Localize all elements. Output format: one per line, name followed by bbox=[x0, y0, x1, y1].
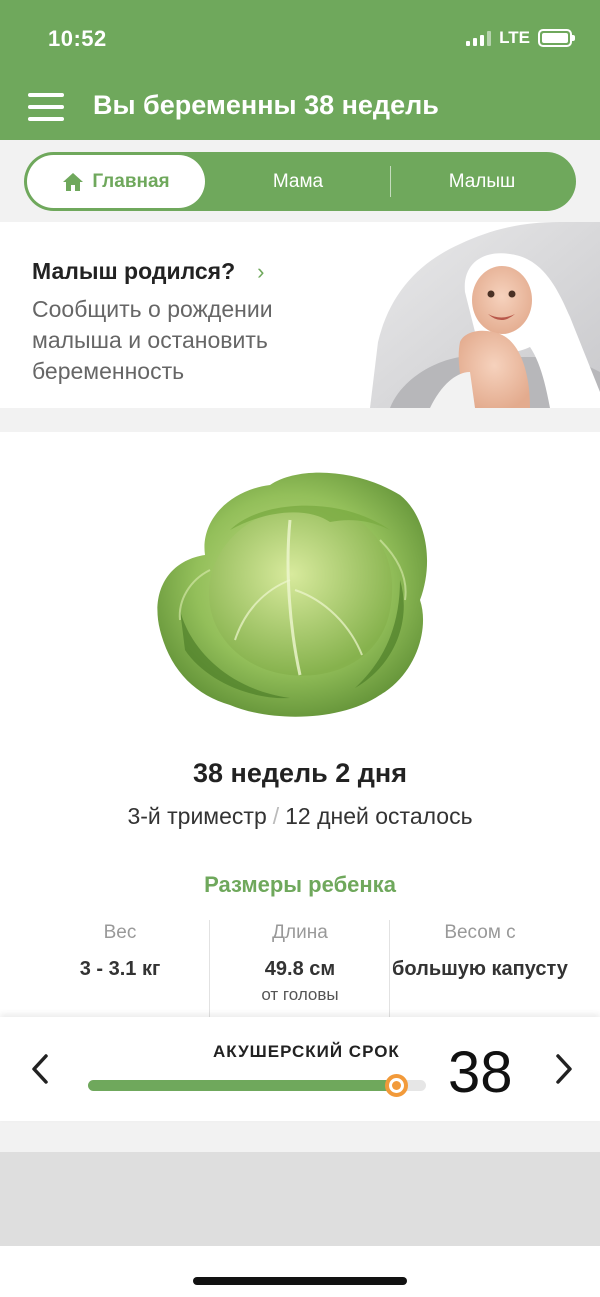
length-label: Длина bbox=[272, 922, 328, 943]
slider-thumb[interactable] bbox=[384, 1074, 408, 1097]
length-note: от головы bbox=[261, 985, 339, 1004]
remaining-text: 12 дней осталось bbox=[285, 803, 473, 829]
safe-area bbox=[0, 1246, 600, 1297]
network-label: LTE bbox=[499, 28, 530, 47]
tab-divider bbox=[390, 166, 391, 197]
week-title: 38 недель 2 дня bbox=[193, 758, 407, 788]
chevron-left-icon[interactable] bbox=[26, 1051, 56, 1087]
separator: / bbox=[272, 803, 280, 829]
home-icon bbox=[63, 172, 84, 191]
battery-icon bbox=[538, 29, 575, 47]
chevron-right-icon[interactable] bbox=[548, 1051, 578, 1087]
status-time: 10:52 bbox=[48, 26, 107, 51]
sizes-title: Размеры ребенка bbox=[204, 872, 396, 897]
compare-value: большую капусту bbox=[392, 958, 568, 980]
banner-title: Малыш родился? › bbox=[32, 258, 264, 285]
size-column-weight: Вес 3 - 3.1 кг bbox=[30, 922, 210, 983]
baby-born-banner[interactable]: Малыш родился? › Сообщить о рождении мал… bbox=[0, 222, 600, 408]
menu-icon[interactable] bbox=[28, 93, 64, 121]
size-column-length: Длина 49.8 см от головы bbox=[210, 922, 390, 1005]
compare-label: Весом с bbox=[444, 922, 516, 943]
week-selector: АКУШЕРСКИЙ СРОК 38 bbox=[0, 1017, 600, 1121]
banner-title-text: Малыш родился? bbox=[32, 258, 236, 284]
current-week: 38 bbox=[448, 1040, 513, 1105]
term-label: АКУШЕРСКИЙ СРОК bbox=[213, 1042, 400, 1061]
home-indicator bbox=[193, 1277, 407, 1285]
baby-photo bbox=[370, 222, 600, 408]
signal-icon bbox=[466, 30, 492, 46]
chevron-right-icon: › bbox=[257, 258, 265, 284]
tab-mama-label: Мама bbox=[272, 170, 324, 192]
trimester-text: 3-й триместр bbox=[127, 803, 267, 829]
week-slider[interactable] bbox=[88, 1074, 426, 1097]
tab-baby-label: Малыш bbox=[448, 170, 516, 192]
tab-home-label: Главная bbox=[92, 170, 170, 192]
page-title: Вы беременны 38 недель bbox=[93, 90, 439, 120]
length-value: 49.8 см bbox=[264, 958, 336, 980]
tab-home[interactable]: Главная bbox=[27, 155, 205, 208]
tab-baby[interactable]: Малыш bbox=[392, 152, 572, 211]
tab-mama[interactable]: Мама bbox=[208, 152, 388, 211]
slider-fill bbox=[88, 1080, 396, 1091]
size-column-compare: Весом с большую капусту bbox=[390, 922, 570, 983]
tabs-bar: Главная Мама Малыш bbox=[0, 140, 600, 222]
app-header: 10:52 LTE Вы беременны 38 недель bbox=[0, 0, 600, 140]
cabbage-illustration bbox=[157, 472, 428, 717]
weight-label: Вес bbox=[103, 922, 137, 943]
status-icons: LTE bbox=[466, 28, 575, 48]
weight-value: 3 - 3.1 кг bbox=[79, 958, 161, 980]
bottom-area bbox=[0, 1152, 600, 1246]
week-card: 38 недель 2 дня 3-й триместр/12 дней ост… bbox=[0, 432, 600, 1032]
week-subtitle: 3-й триместр/12 дней осталось bbox=[0, 803, 600, 830]
banner-description: Сообщить о рождении малыша и остановить … bbox=[32, 296, 273, 384]
segmented-tabs: Главная Мама Малыш bbox=[24, 152, 576, 211]
